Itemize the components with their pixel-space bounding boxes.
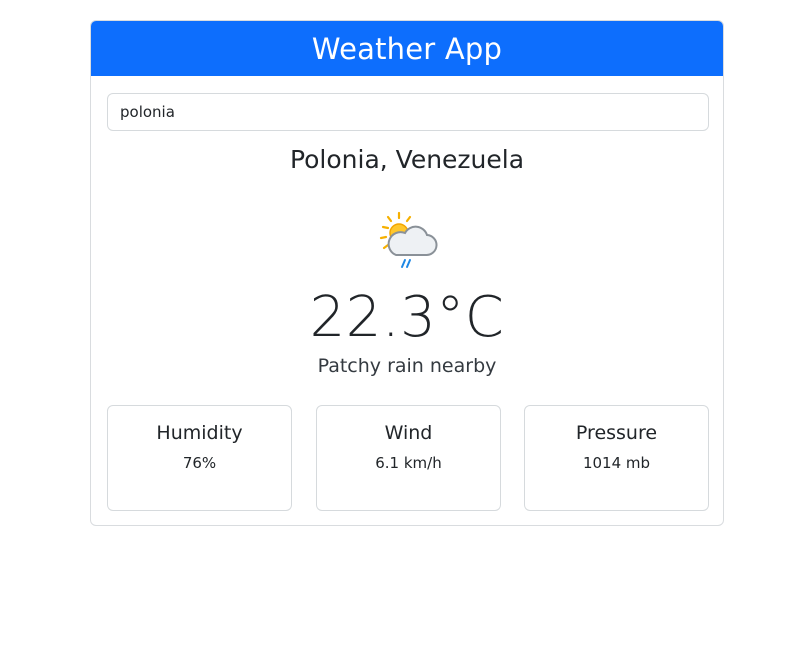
app-title: Weather App — [311, 31, 503, 66]
condition-text: Patchy rain nearby — [317, 355, 497, 377]
stats-row: Humidity 76% Wind 6.1 km/h Pressure 1014… — [107, 405, 709, 511]
weather-card: Weather App Polonia, Venezuela 22.3°C Pa… — [90, 20, 724, 526]
wind-card: Wind 6.1 km/h — [316, 405, 501, 511]
sun-cloud-rain-icon — [379, 211, 438, 268]
humidity-label: Humidity — [156, 422, 243, 444]
location-title: Polonia, Venezuela — [289, 145, 525, 174]
temperature: 22.3°C — [309, 285, 505, 350]
humidity-card: Humidity 76% — [107, 405, 292, 511]
wind-label: Wind — [384, 422, 433, 444]
app-header: Weather App — [91, 21, 723, 76]
city-search-input[interactable] — [107, 93, 709, 131]
pressure-card: Pressure 1014 mb — [524, 405, 709, 511]
wind-value: 6.1 km/h — [375, 454, 442, 472]
humidity-value: 76% — [182, 454, 217, 472]
pressure-label: Pressure — [575, 422, 658, 444]
pressure-value: 1014 mb — [582, 454, 651, 472]
